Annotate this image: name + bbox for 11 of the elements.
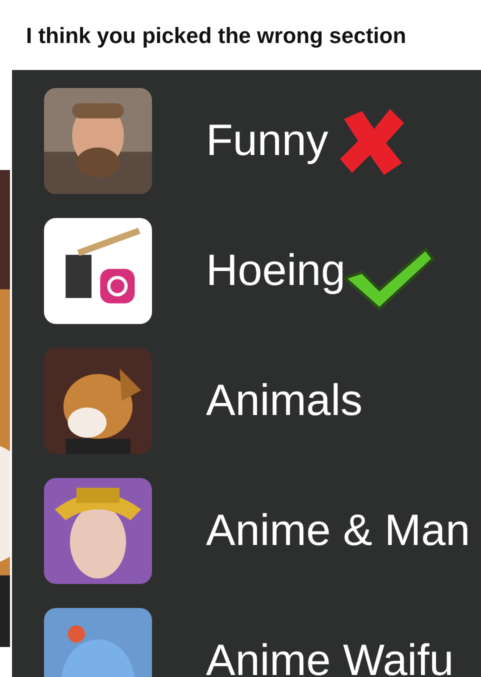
section-label: Anime & Man (206, 505, 470, 557)
section-item[interactable]: Animals (44, 348, 481, 454)
section-item[interactable]: Funny (44, 88, 481, 194)
section-label: Hoeing (206, 245, 346, 297)
section-label: Anime Waifu (206, 635, 454, 677)
section-item[interactable]: Anime & Man (44, 478, 481, 584)
section-item[interactable]: Hoeing (44, 218, 481, 324)
caption: I think you picked the wrong section (26, 22, 406, 50)
section-label: Animals (206, 375, 362, 427)
section-item[interactable]: Anime Waifu (44, 608, 481, 677)
section-label: Funny (206, 115, 328, 167)
